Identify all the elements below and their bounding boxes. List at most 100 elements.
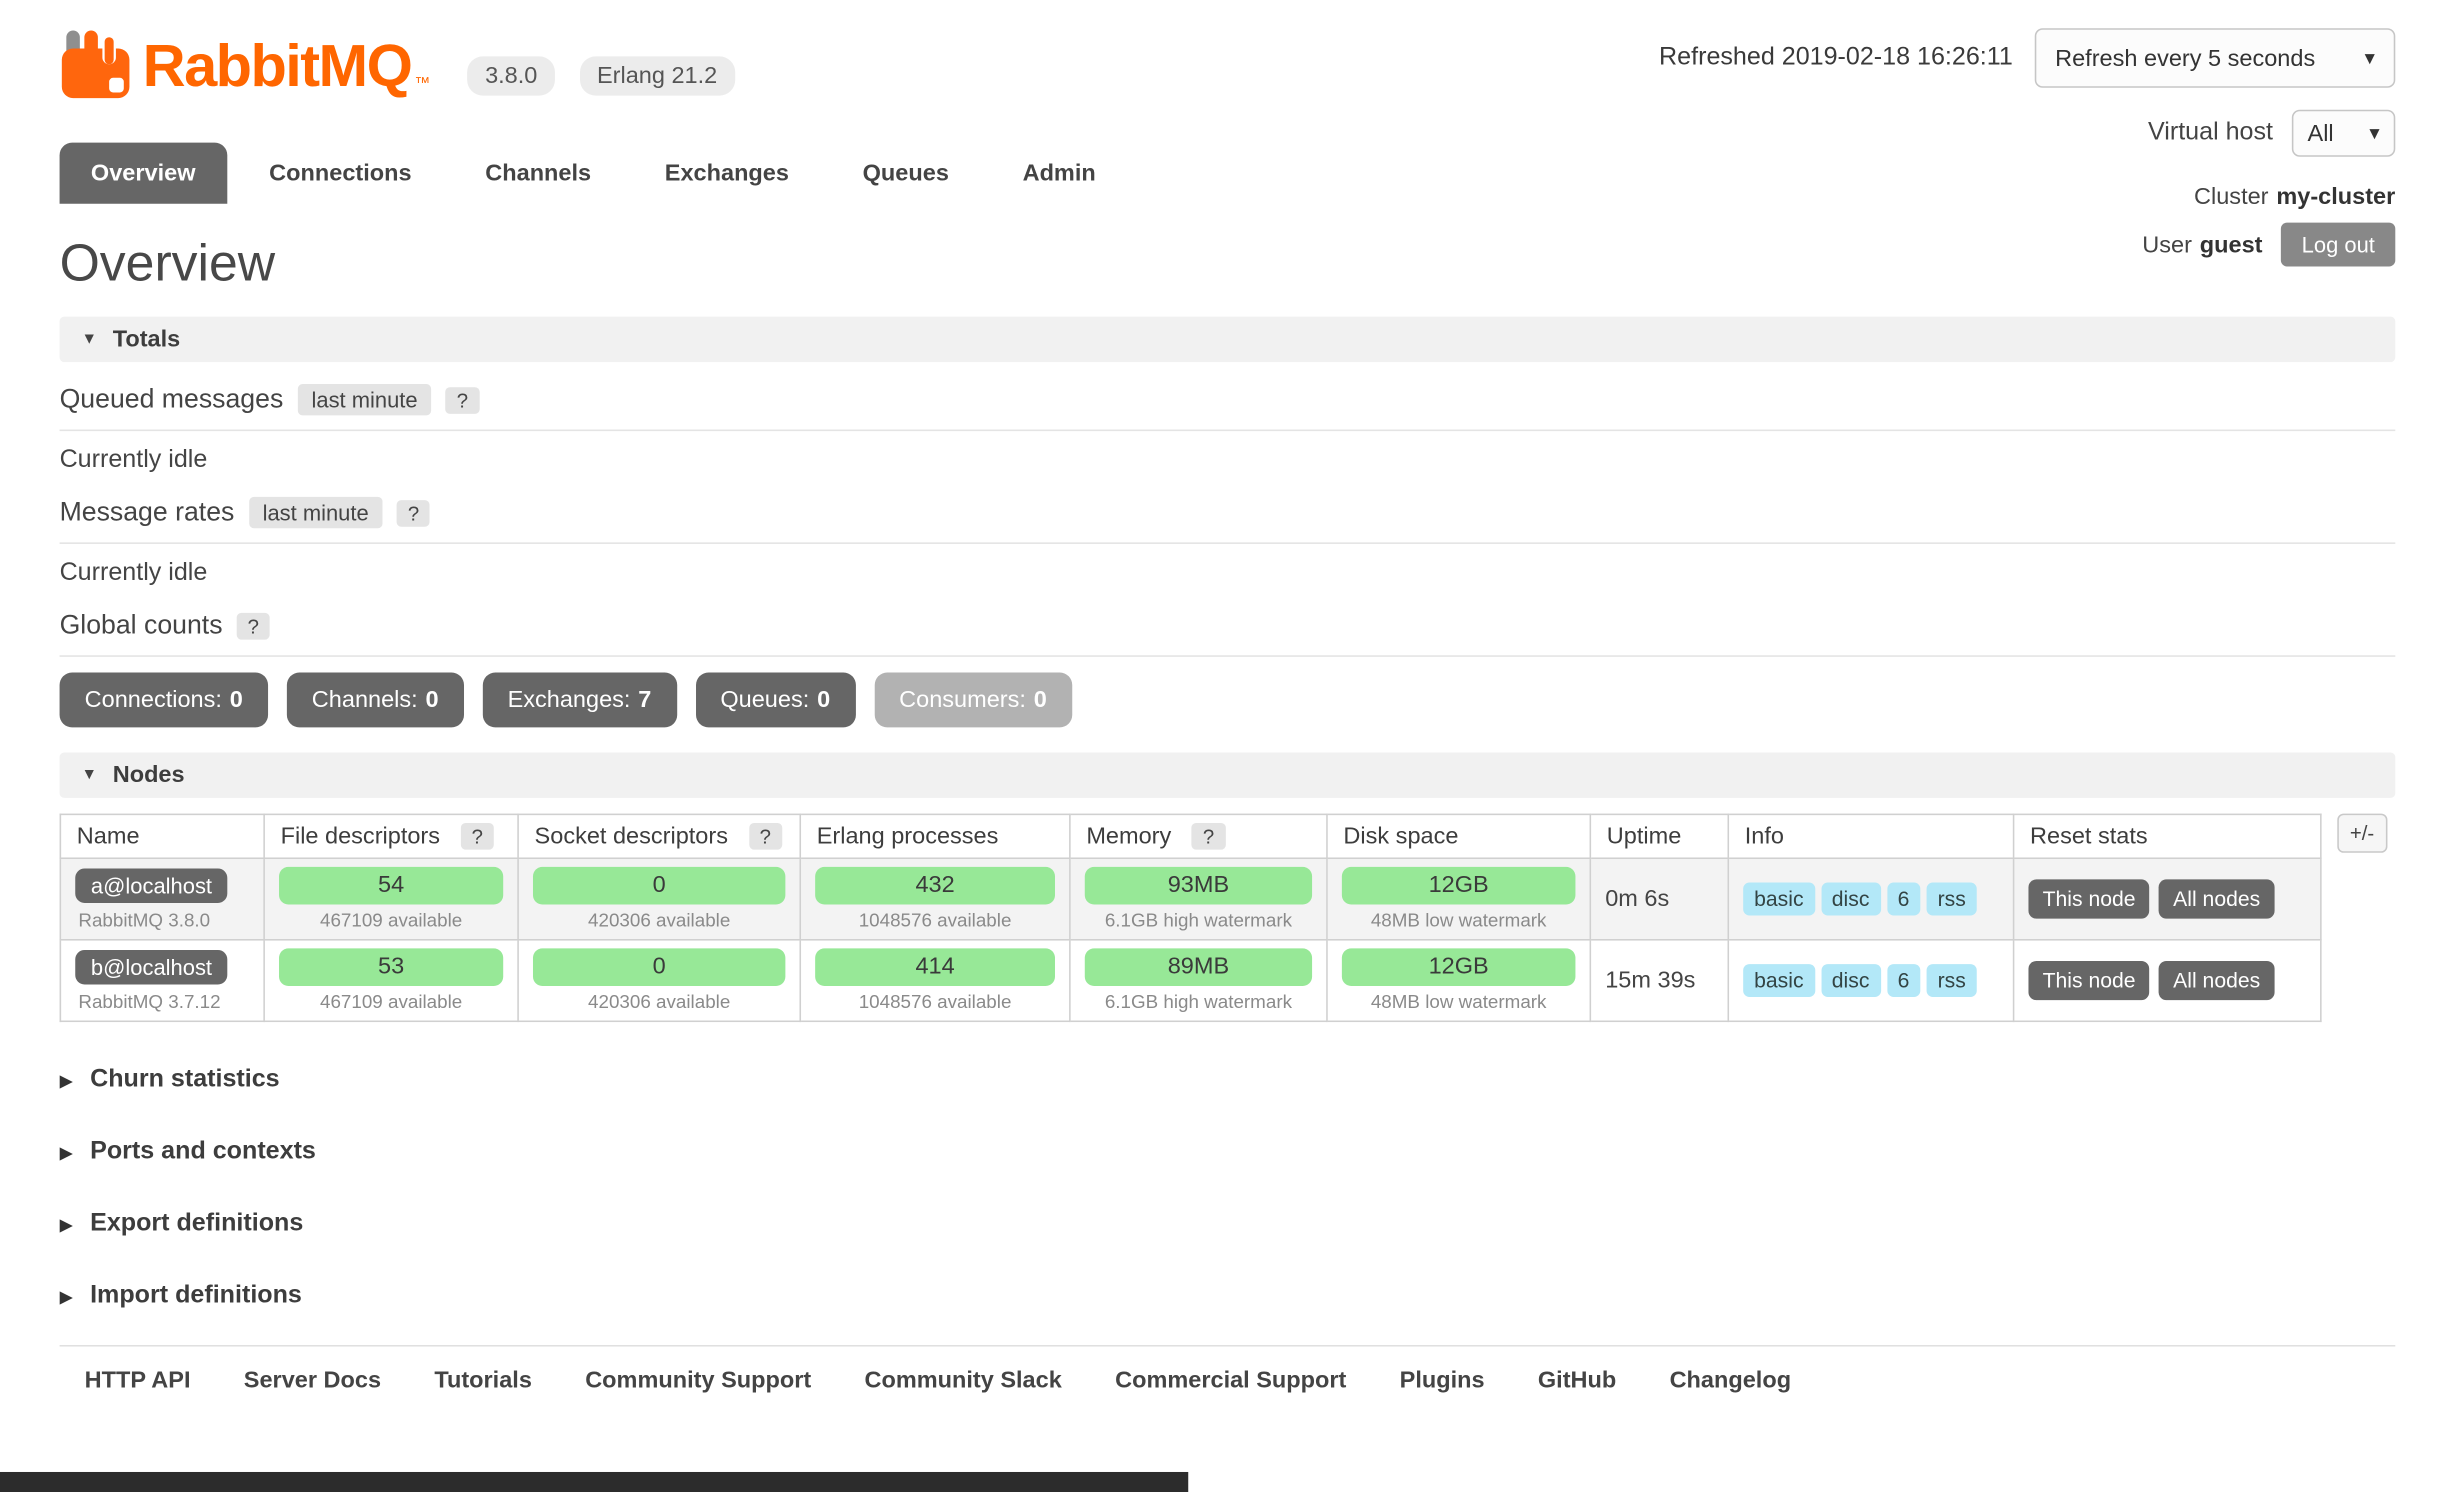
stat-exchanges: Exchanges:7 <box>483 673 677 728</box>
link-tutorials[interactable]: Tutorials <box>434 1367 532 1394</box>
info-tag-basic: basic <box>1743 964 1814 997</box>
stat-label: Connections: <box>85 687 222 714</box>
link-server-docs[interactable]: Server Docs <box>244 1367 381 1394</box>
link-commercial-support[interactable]: Commercial Support <box>1115 1367 1346 1394</box>
reset-stats-cell: This node All nodes <box>2014 858 2321 940</box>
node-version: RabbitMQ 3.8.0 <box>75 908 249 930</box>
disk-space-bar: 12GB <box>1342 867 1576 905</box>
nodes-header-row: Name File descriptors ? Socket descripto… <box>60 814 2320 858</box>
tab-overview[interactable]: Overview <box>60 143 227 204</box>
logo-text: RabbitMQ <box>143 34 412 100</box>
help-icon[interactable]: ? <box>1192 823 1225 850</box>
help-icon[interactable]: ? <box>237 612 270 639</box>
col-erlang-processes: Erlang processes <box>800 814 1070 858</box>
disk-space-watermark: 48MB low watermark <box>1342 991 1576 1013</box>
global-counts-stats: Connections:0 Channels:0 Exchanges:7 Que… <box>60 673 2396 728</box>
tab-queues[interactable]: Queues <box>831 143 980 204</box>
help-icon[interactable]: ? <box>461 823 494 850</box>
global-counts-header: Global counts ? <box>60 610 2396 657</box>
reset-all-nodes-button[interactable]: All nodes <box>2159 961 2274 1000</box>
column-label: Disk space <box>1343 823 1458 850</box>
column-label: Reset stats <box>2030 823 2148 850</box>
help-icon[interactable]: ? <box>749 823 782 850</box>
socket-descriptors-available: 420306 available <box>533 991 785 1013</box>
import-definitions-section[interactable]: ▶ Import definitions <box>60 1282 2396 1310</box>
socket-descriptors-available: 420306 available <box>533 909 785 931</box>
user-name: guest <box>2200 231 2263 258</box>
churn-statistics-title: Churn statistics <box>90 1066 280 1094</box>
stat-value: 0 <box>1034 687 1047 714</box>
logout-button[interactable]: Log out <box>2281 223 2395 267</box>
reset-all-nodes-button[interactable]: All nodes <box>2159 879 2274 918</box>
virtual-host-row: Virtual host All ▾ <box>1659 110 2395 157</box>
col-info: Info <box>1728 814 2013 858</box>
footer: HTTP API Server Docs Tutorials Community… <box>60 1345 2396 1394</box>
tab-exchanges[interactable]: Exchanges <box>633 143 820 204</box>
refresh-interval-select[interactable]: Refresh every 5 seconds ▾ <box>2035 28 2396 88</box>
reset-stats-cell: This node All nodes <box>2014 940 2321 1022</box>
top-right-controls: Refreshed 2019-02-18 16:26:11 Refresh ev… <box>1659 28 2395 266</box>
erlang-processes-bar: 414 <box>815 948 1055 986</box>
collapse-arrow-icon: ▼ <box>82 767 98 784</box>
link-changelog[interactable]: Changelog <box>1670 1367 1791 1394</box>
totals-section-header[interactable]: ▼ Totals <box>60 317 2396 362</box>
chevron-down-icon: ▾ <box>2365 45 2375 70</box>
uptime-cell: 0m 6s <box>1590 858 1728 940</box>
column-toggle-button[interactable]: +/- <box>2337 814 2386 853</box>
link-plugins[interactable]: Plugins <box>1400 1367 1485 1394</box>
link-community-slack[interactable]: Community Slack <box>864 1367 1061 1394</box>
disk-space-cell: 12GB 48MB low watermark <box>1327 858 1590 940</box>
help-icon[interactable]: ? <box>446 386 479 413</box>
col-socket-descriptors: Socket descriptors ? <box>518 814 800 858</box>
queued-messages-title: Queued messages <box>60 384 284 415</box>
stat-value: 0 <box>230 687 243 714</box>
cluster-label: Cluster <box>2194 183 2268 210</box>
node-row: a@localhost RabbitMQ 3.8.0 54 467109 ava… <box>60 858 2320 940</box>
reset-this-node-button[interactable]: This node <box>2028 961 2149 1000</box>
link-community-support[interactable]: Community Support <box>585 1367 811 1394</box>
help-icon[interactable]: ? <box>397 499 430 526</box>
expand-arrow-icon: ▶ <box>60 1214 73 1234</box>
column-label: Erlang processes <box>817 823 999 850</box>
reset-this-node-button[interactable]: This node <box>2028 879 2149 918</box>
user-label: User <box>2142 231 2192 258</box>
col-file-descriptors: File descriptors ? <box>264 814 518 858</box>
user-info: User guest Log out <box>1659 223 2395 267</box>
virtual-host-select[interactable]: All ▾ <box>2292 110 2395 157</box>
disk-space-bar: 12GB <box>1342 948 1576 986</box>
socket-descriptors-cell: 0 420306 available <box>518 940 800 1022</box>
chevron-down-icon: ▾ <box>2369 121 2379 146</box>
disk-space-watermark: 48MB low watermark <box>1342 909 1576 931</box>
file-descriptors-available: 467109 available <box>279 909 503 931</box>
last-minute-badge: last minute <box>248 497 382 528</box>
info-tag-rss: rss <box>1927 883 1977 916</box>
export-definitions-section[interactable]: ▶ Export definitions <box>60 1210 2396 1238</box>
column-label: Name <box>77 823 140 850</box>
info-tag-basic: basic <box>1743 883 1814 916</box>
ports-and-contexts-section[interactable]: ▶ Ports and contexts <box>60 1138 2396 1166</box>
node-version: RabbitMQ 3.7.12 <box>75 990 249 1012</box>
info-tag-rss: rss <box>1927 964 1977 997</box>
tab-channels[interactable]: Channels <box>454 143 623 204</box>
info-tag-count: 6 <box>1887 883 1921 916</box>
node-row: b@localhost RabbitMQ 3.7.12 53 467109 av… <box>60 940 2320 1022</box>
top-bar: RabbitMQ ™ 3.8.0 Erlang 21.2 Refreshed 2… <box>0 0 2458 204</box>
link-http-api[interactable]: HTTP API <box>85 1367 191 1394</box>
socket-descriptors-bar: 0 <box>533 948 785 986</box>
nodes-section-header[interactable]: ▼ Nodes <box>60 752 2396 797</box>
stat-consumers: Consumers:0 <box>874 673 1072 728</box>
node-name-badge: b@localhost <box>75 949 227 983</box>
nodes-section-title: Nodes <box>113 762 185 789</box>
tab-connections[interactable]: Connections <box>238 143 443 204</box>
file-descriptors-cell: 54 467109 available <box>264 858 518 940</box>
churn-statistics-section[interactable]: ▶ Churn statistics <box>60 1066 2396 1094</box>
stat-label: Exchanges: <box>508 687 631 714</box>
collapse-arrow-icon: ▼ <box>82 331 98 348</box>
erlang-processes-available: 1048576 available <box>815 909 1055 931</box>
socket-descriptors-bar: 0 <box>533 867 785 905</box>
col-name: Name <box>60 814 264 858</box>
column-label: Socket descriptors <box>535 823 728 850</box>
memory-cell: 89MB 6.1GB high watermark <box>1070 940 1327 1022</box>
link-github[interactable]: GitHub <box>1538 1367 1616 1394</box>
tab-admin[interactable]: Admin <box>991 143 1127 204</box>
